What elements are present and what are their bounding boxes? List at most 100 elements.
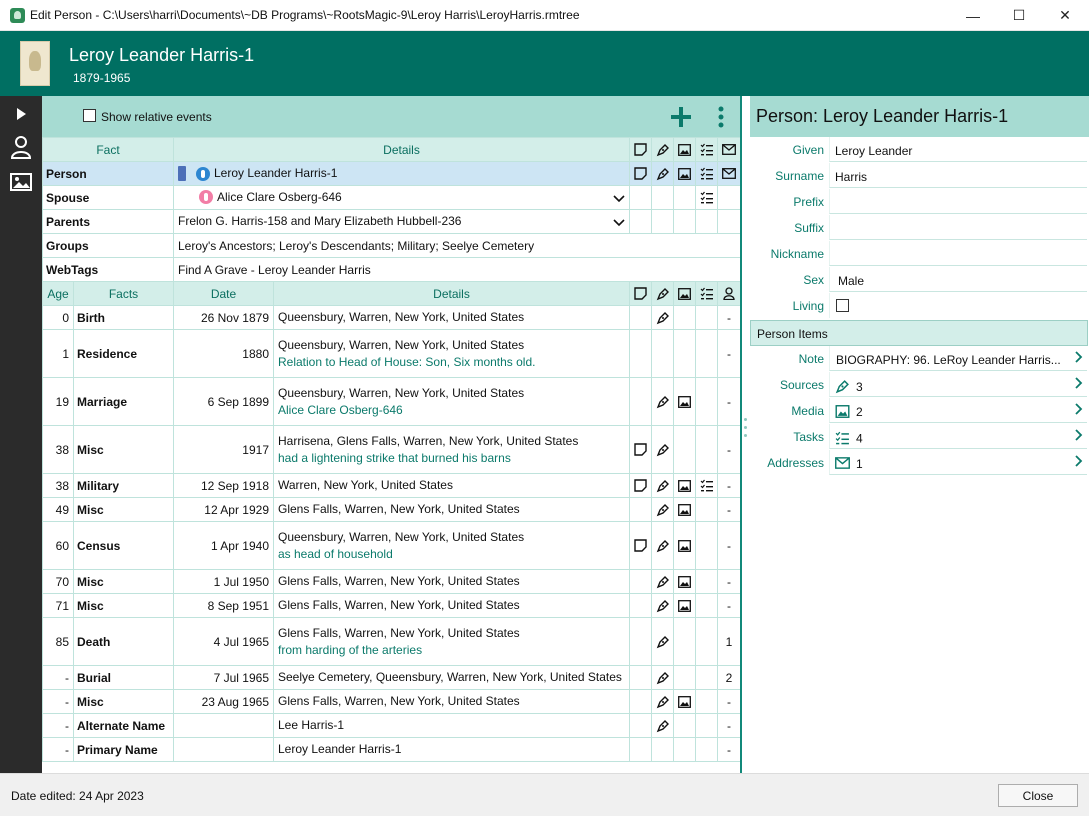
event-source-cell[interactable]	[651, 713, 674, 738]
event-media-cell[interactable]	[673, 617, 696, 666]
person-portrait[interactable]	[20, 41, 50, 86]
event-media-cell[interactable]	[673, 425, 696, 474]
event-media-cell[interactable]	[673, 377, 696, 426]
event-media-cell[interactable]	[673, 713, 696, 738]
sex-select[interactable]: Male	[829, 267, 1087, 292]
event-row[interactable]: - Primary Name Leroy Leander Harris-1-	[42, 737, 740, 762]
spouse-row[interactable]: Spouse Alice Clare Osberg-646	[42, 185, 740, 210]
event-note-cell[interactable]	[629, 329, 652, 378]
addresses-open-arrow[interactable]	[1075, 455, 1083, 470]
sources-row[interactable]: Sources 3	[750, 372, 1089, 398]
sources-open-arrow[interactable]	[1075, 377, 1083, 392]
event-row[interactable]: 85 Death 4 Jul 1965 Glens Falls, Warren, Ne…	[42, 617, 740, 666]
add-fact-button[interactable]	[667, 104, 695, 130]
person-row[interactable]: Person Leroy Leander Harris-1	[42, 161, 740, 186]
event-task-cell[interactable]	[695, 593, 718, 618]
tasks-open-arrow[interactable]	[1075, 429, 1083, 444]
given-input[interactable]: Leroy Leander	[829, 137, 1087, 162]
expand-rail-button[interactable]	[8, 101, 34, 127]
suffix-input[interactable]	[829, 215, 1087, 240]
event-task-cell[interactable]	[695, 497, 718, 522]
person-source-cell[interactable]	[651, 161, 674, 186]
event-row[interactable]: 71 Misc 8 Sep 1951 Glens Falls, Warren, New…	[42, 593, 740, 618]
event-task-cell[interactable]	[695, 329, 718, 378]
event-task-cell[interactable]	[695, 569, 718, 594]
event-task-cell[interactable]	[695, 305, 718, 330]
event-source-cell[interactable]	[651, 593, 674, 618]
event-source-cell[interactable]	[651, 665, 674, 690]
event-row[interactable]: - Burial 7 Jul 1965 Seelye Cemetery, Queens…	[42, 665, 740, 690]
event-source-cell[interactable]	[651, 473, 674, 498]
event-row[interactable]: 49 Misc 12 Apr 1929 Glens Falls, Warren, Ne…	[42, 497, 740, 522]
maximize-button[interactable]: ☐	[996, 0, 1042, 31]
event-source-cell[interactable]	[651, 521, 674, 570]
note-row[interactable]: Note BIOGRAPHY: 96. LeRoy Leander Harris…	[750, 346, 1089, 372]
event-row[interactable]: 70 Misc 1 Jul 1950 Glens Falls, Warren, New…	[42, 569, 740, 594]
event-source-cell[interactable]	[651, 497, 674, 522]
event-task-cell[interactable]	[695, 377, 718, 426]
tasks-row[interactable]: Tasks 4	[750, 424, 1089, 450]
event-row[interactable]: 0 Birth 26 Nov 1879 Queensbury, Warren, New…	[42, 305, 740, 330]
surname-input[interactable]: Harris	[829, 163, 1087, 188]
event-row[interactable]: 1 Residence 1880 Queensbury, Warren, New Yo…	[42, 329, 740, 378]
close-window-button[interactable]: ✕	[1042, 0, 1088, 31]
person-task-cell[interactable]	[695, 161, 718, 186]
prefix-input[interactable]	[829, 189, 1087, 214]
spouse-dropdown[interactable]	[613, 192, 625, 206]
parents-row[interactable]: Parents Frelon G. Harris-158 and Mary El…	[42, 209, 740, 234]
media-row[interactable]: Media 2	[750, 398, 1089, 424]
event-source-cell[interactable]	[651, 377, 674, 426]
event-row[interactable]: - Misc 23 Aug 1965 Glens Falls, Warren, New…	[42, 689, 740, 714]
event-media-cell[interactable]	[673, 497, 696, 522]
person-view-button[interactable]	[8, 134, 34, 160]
person-note-cell[interactable]	[629, 161, 652, 186]
close-button[interactable]: Close	[998, 784, 1078, 807]
event-row[interactable]: 60 Census 1 Apr 1940 Queensbury, Warren, Ne…	[42, 521, 740, 570]
event-note-cell[interactable]	[629, 737, 652, 762]
event-row[interactable]: 38 Military 12 Sep 1918 Warren, New York, U…	[42, 473, 740, 498]
living-checkbox[interactable]	[836, 299, 849, 312]
event-row[interactable]: - Alternate Name Lee Harris-1-	[42, 713, 740, 738]
minimize-button[interactable]: —	[950, 0, 996, 31]
event-task-cell[interactable]	[695, 521, 718, 570]
event-task-cell[interactable]	[695, 617, 718, 666]
event-source-cell[interactable]	[651, 617, 674, 666]
event-media-cell[interactable]	[673, 329, 696, 378]
note-open-arrow[interactable]	[1075, 351, 1083, 366]
event-note-cell[interactable]	[629, 497, 652, 522]
event-task-cell[interactable]	[695, 737, 718, 762]
event-source-cell[interactable]	[651, 689, 674, 714]
show-relative-events-checkbox[interactable]	[83, 109, 96, 122]
event-note-cell[interactable]	[629, 473, 652, 498]
media-open-arrow[interactable]	[1075, 403, 1083, 418]
event-source-cell[interactable]	[651, 305, 674, 330]
event-media-cell[interactable]	[673, 473, 696, 498]
event-media-cell[interactable]	[673, 593, 696, 618]
event-task-cell[interactable]	[695, 689, 718, 714]
event-note-cell[interactable]	[629, 593, 652, 618]
event-note-cell[interactable]	[629, 689, 652, 714]
event-note-cell[interactable]	[629, 665, 652, 690]
event-note-cell[interactable]	[629, 713, 652, 738]
event-media-cell[interactable]	[673, 689, 696, 714]
event-note-cell[interactable]	[629, 521, 652, 570]
addresses-row[interactable]: Addresses 1	[750, 450, 1089, 476]
event-note-cell[interactable]	[629, 569, 652, 594]
event-note-cell[interactable]	[629, 305, 652, 330]
person-address-cell[interactable]	[717, 161, 740, 186]
event-note-cell[interactable]	[629, 617, 652, 666]
event-row[interactable]: 38 Misc 1917 Harrisena, Glens Falls, Warren…	[42, 425, 740, 474]
groups-row[interactable]: Groups Leroy's Ancestors; Leroy's Descen…	[42, 233, 740, 258]
event-task-cell[interactable]	[695, 713, 718, 738]
event-task-cell[interactable]	[695, 425, 718, 474]
event-media-cell[interactable]	[673, 569, 696, 594]
event-note-cell[interactable]	[629, 425, 652, 474]
event-task-cell[interactable]	[695, 473, 718, 498]
event-media-cell[interactable]	[673, 665, 696, 690]
event-media-cell[interactable]	[673, 305, 696, 330]
event-note-cell[interactable]	[629, 377, 652, 426]
nickname-input[interactable]	[829, 241, 1087, 266]
event-media-cell[interactable]	[673, 521, 696, 570]
spouse-task-cell[interactable]	[695, 185, 718, 210]
event-source-cell[interactable]	[651, 329, 674, 378]
